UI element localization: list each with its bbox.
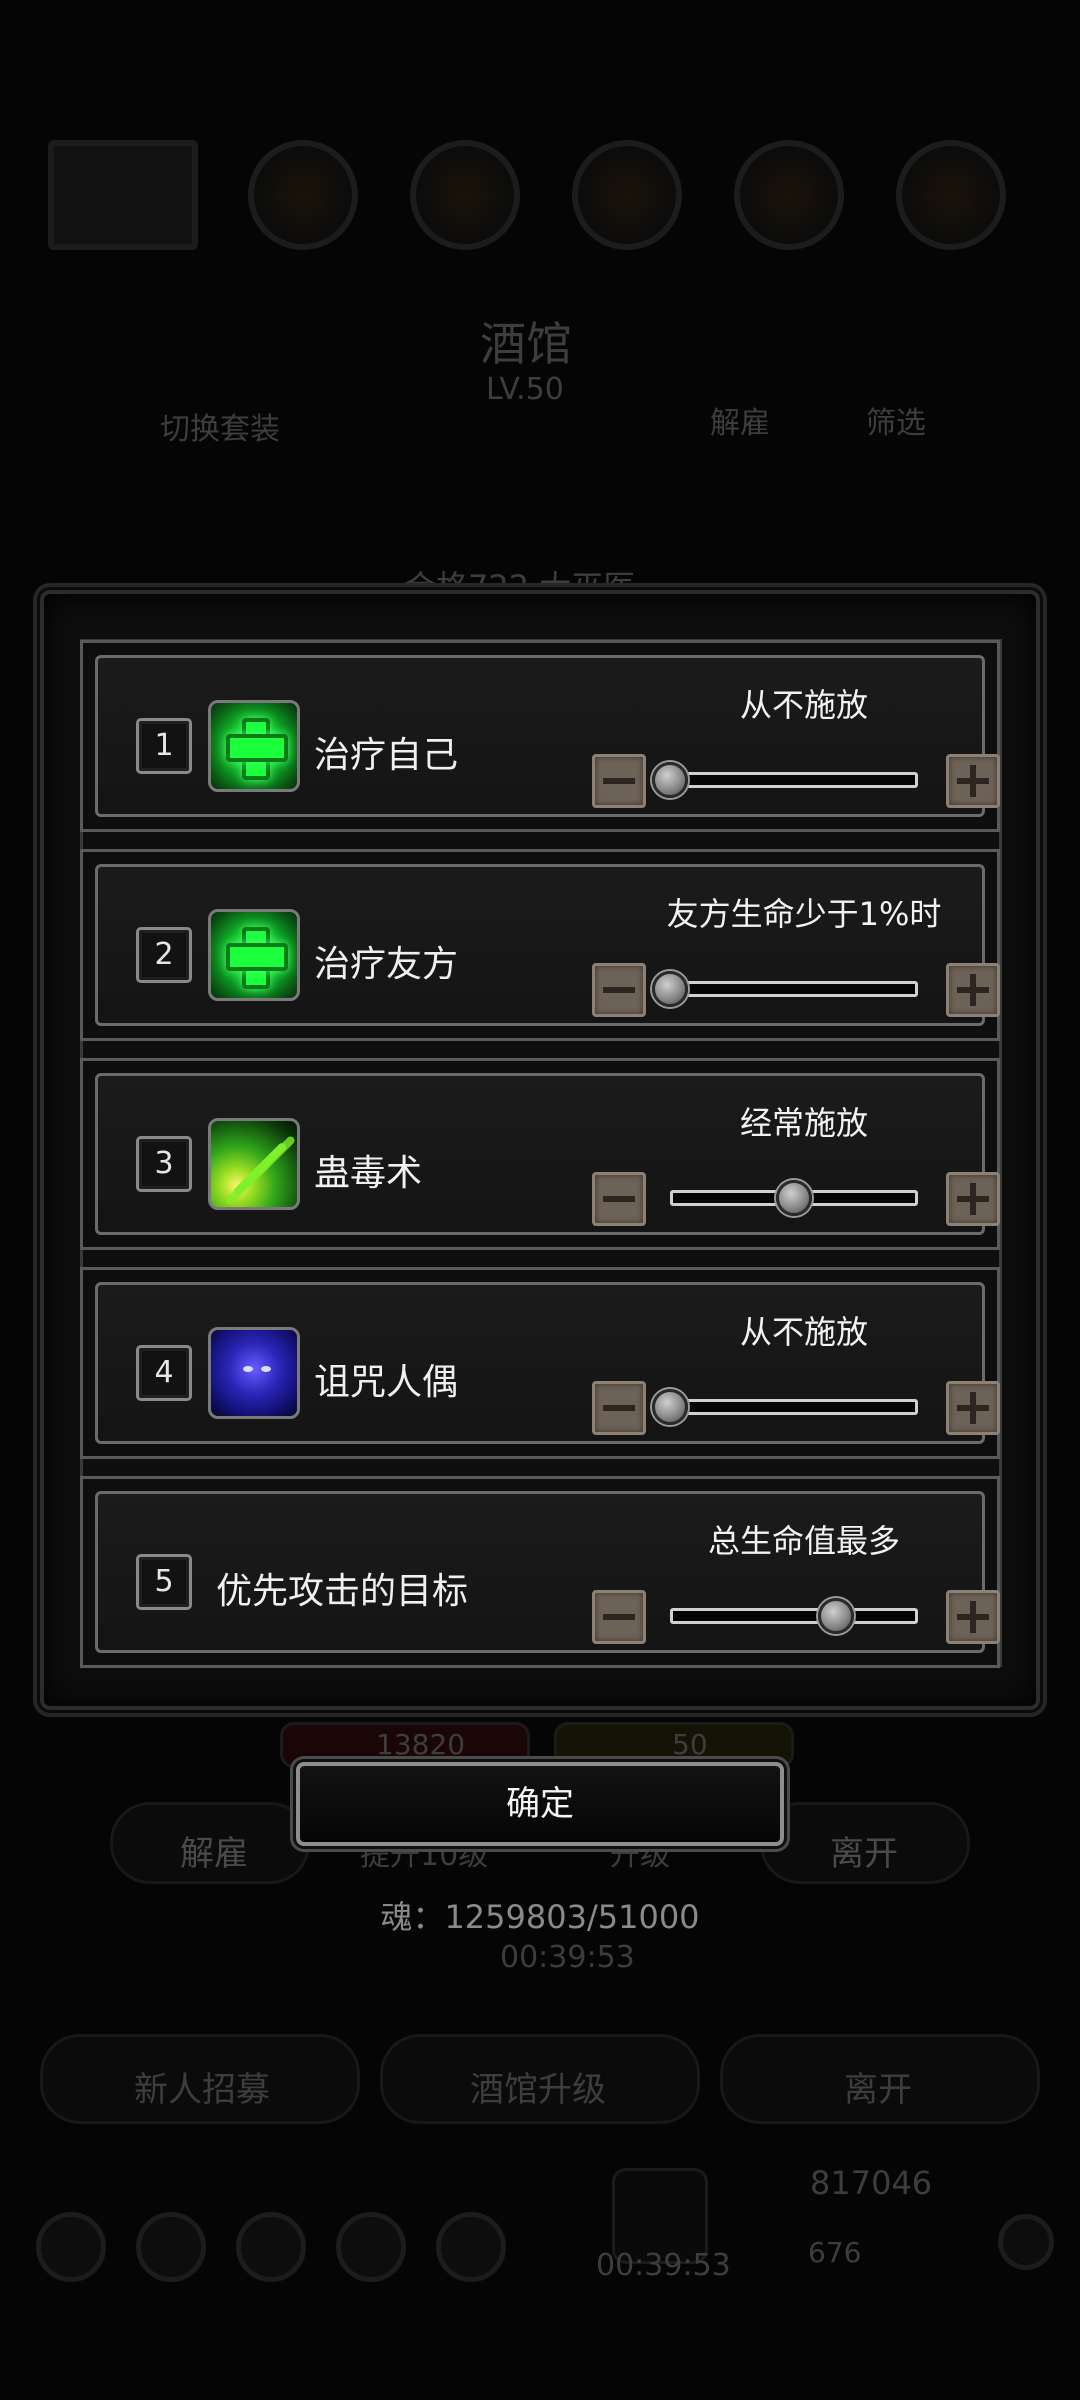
equipment-slot <box>248 140 358 250</box>
tavern-upgrade-label: 酒馆升级 <box>470 2070 606 2110</box>
skill-name: 治疗友方 <box>314 944 459 985</box>
add-icon <box>998 2214 1054 2270</box>
slider-track <box>670 1399 918 1415</box>
skill-row-card: 5 优先攻击的目标 总生命值最多 <box>95 1491 1000 1653</box>
skill-row-card: 2 治疗友方 友方生命少于1%时 <box>95 864 1000 1026</box>
cast-mode-label: 从不施放 <box>739 686 868 724</box>
target-priority-label: 优先攻击的目标 <box>216 1571 469 1612</box>
slider-knob[interactable] <box>652 971 688 1007</box>
increase-button[interactable] <box>946 1590 1000 1644</box>
curse-doll-icon <box>208 1327 300 1419</box>
slider-track <box>670 772 918 788</box>
leave-label: 离开 <box>844 2070 912 2110</box>
row-index: 4 <box>136 1345 192 1401</box>
skill-row: 1 治疗自己 从不施放 <box>80 640 1000 832</box>
slider-knob[interactable] <box>652 1389 688 1425</box>
skill-name: 治疗自己 <box>314 735 459 776</box>
cast-frequency-slider[interactable] <box>652 762 918 798</box>
bottom-timer: 00:39:53 <box>596 2248 731 2283</box>
skill-row: 4 诅咒人偶 从不施放 <box>80 1267 1000 1459</box>
dismiss-tab: 解雇 <box>710 406 770 441</box>
skill-row: 3 蛊毒术 经常施放 <box>80 1058 1000 1250</box>
equipment-slot <box>896 140 1006 250</box>
increase-button[interactable] <box>946 1381 1000 1435</box>
skill-row-card: 4 诅咒人偶 从不施放 <box>95 1282 1000 1444</box>
cast-frequency-slider[interactable] <box>652 971 918 1007</box>
hp-value: 13820 <box>376 1728 466 1761</box>
poison-claw-icon <box>208 1118 300 1210</box>
row-index: 5 <box>136 1554 192 1610</box>
row-index: 1 <box>136 718 192 774</box>
leave-action-label: 离开 <box>830 1834 898 1874</box>
cast-mode-label: 从不施放 <box>739 1313 868 1351</box>
skill-name: 诅咒人偶 <box>314 1362 459 1403</box>
heal-cross-icon <box>208 700 300 792</box>
decrease-button[interactable] <box>592 1172 646 1226</box>
skill-row: 2 治疗友方 友方生命少于1%时 <box>80 849 1000 1041</box>
menu-icon <box>136 2212 206 2282</box>
slider-knob[interactable] <box>818 1598 855 1634</box>
dismiss-action-label: 解雇 <box>180 1834 248 1874</box>
cast-frequency-slider[interactable] <box>670 1180 918 1216</box>
gem-amount: 676 <box>808 2236 862 2269</box>
menu-icon <box>436 2212 506 2282</box>
cast-frequency-slider[interactable] <box>652 1389 918 1425</box>
tavern-title: 酒馆 <box>480 317 572 371</box>
decrease-button[interactable] <box>592 963 646 1017</box>
slider-track <box>670 981 918 997</box>
decrease-button[interactable] <box>592 754 646 808</box>
skill-row-card: 3 蛊毒术 经常施放 <box>95 1073 1000 1235</box>
menu-icon <box>36 2212 106 2282</box>
slider-knob[interactable] <box>652 762 688 798</box>
small-timer: 00:39:53 <box>500 1940 635 1975</box>
menu-icon <box>236 2212 306 2282</box>
target-priority-slider[interactable] <box>670 1598 918 1634</box>
cast-mode-label: 友方生命少于1%时 <box>666 895 942 933</box>
target-mode-label: 总生命值最多 <box>707 1522 900 1560</box>
gold-amount: 817046 <box>810 2164 933 2202</box>
energy-value: 50 <box>672 1728 708 1761</box>
recruit-label: 新人招募 <box>134 2070 270 2110</box>
increase-button[interactable] <box>946 754 1000 808</box>
decrease-button[interactable] <box>592 1590 646 1644</box>
increase-button[interactable] <box>946 1172 1000 1226</box>
decrease-button[interactable] <box>592 1381 646 1435</box>
increase-button[interactable] <box>946 963 1000 1017</box>
equipment-slot <box>48 140 198 250</box>
heal-cross-icon <box>208 909 300 1001</box>
menu-icon <box>336 2212 406 2282</box>
switch-outfit-button: 切换套装 <box>160 412 280 447</box>
row-index: 3 <box>136 1136 192 1192</box>
confirm-button[interactable]: 确定 <box>296 1762 784 1846</box>
target-priority-row: 5 优先攻击的目标 总生命值最多 <box>80 1476 1000 1668</box>
slider-track <box>670 1608 918 1624</box>
skill-name: 蛊毒术 <box>314 1153 423 1194</box>
row-index: 2 <box>136 927 192 983</box>
skill-row-card: 1 治疗自己 从不施放 <box>95 655 1000 817</box>
soul-counter: 魂：1259803/51000 <box>380 1898 700 1936</box>
equipment-slot <box>572 140 682 250</box>
filter-tab: 筛选 <box>866 406 926 441</box>
equipment-slot <box>734 140 844 250</box>
equipment-slot <box>410 140 520 250</box>
slider-knob[interactable] <box>776 1180 812 1216</box>
tavern-level: LV.50 <box>486 372 564 407</box>
cast-mode-label: 经常施放 <box>739 1104 868 1142</box>
